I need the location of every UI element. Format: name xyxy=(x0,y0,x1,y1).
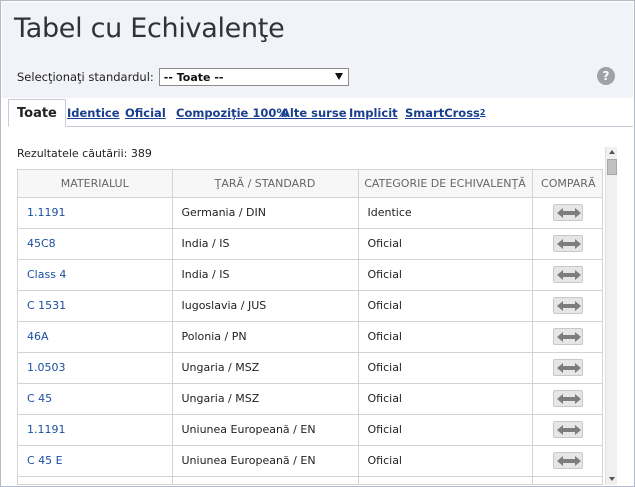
compare-arrows-icon xyxy=(557,332,582,342)
category-cell: Oficial xyxy=(358,383,533,415)
country-standard-cell: India / IS xyxy=(172,228,359,260)
compare-button[interactable] xyxy=(553,452,584,469)
compare-cell xyxy=(532,197,602,229)
header-compare: COMPARĂ xyxy=(532,170,602,198)
country-standard-cell: Uniunea Europeană / EN xyxy=(172,414,359,446)
help-icon[interactable]: ? xyxy=(597,67,615,85)
category-cell: Oficial xyxy=(358,445,533,477)
compare-arrows-icon xyxy=(557,270,582,280)
compare-cell xyxy=(532,383,602,415)
category-cell: Oficial xyxy=(358,290,533,322)
compare-cell xyxy=(532,445,602,477)
scroll-up-icon[interactable] xyxy=(609,150,615,154)
category-cell: Oficial xyxy=(358,259,533,291)
table-row: 1.1191 Uniunea Europeană / EN Oficial xyxy=(18,414,602,446)
header-category[interactable]: CATEGORIE DE ECHIVALENŢĂ xyxy=(358,170,533,198)
compare-button[interactable] xyxy=(553,266,584,283)
vertical-scrollbar[interactable] xyxy=(605,147,617,485)
standard-select[interactable]: -- Toate -- xyxy=(158,68,349,86)
tab-oficial[interactable]: Oficial xyxy=(125,99,166,127)
compare-arrows-icon xyxy=(557,425,582,435)
compare-arrows-icon xyxy=(557,394,582,404)
tab-identice[interactable]: Identice xyxy=(67,99,120,127)
compare-button[interactable] xyxy=(553,421,584,438)
country-standard-cell xyxy=(172,476,359,484)
country-standard-cell: Germania / DIN xyxy=(172,197,359,229)
compare-cell xyxy=(532,259,602,291)
tab-bar: Toate Identice Oficial Compoziţie 100% A… xyxy=(8,99,633,127)
compare-arrows-icon xyxy=(557,239,582,249)
material-link[interactable]: 1.1191 xyxy=(18,197,173,229)
tab-implicit[interactable]: Implicit xyxy=(349,99,398,127)
compare-button[interactable] xyxy=(553,204,584,221)
compare-button[interactable] xyxy=(553,297,584,314)
results-count: Rezultatele căutării: 389 xyxy=(17,147,152,160)
material-link xyxy=(18,476,173,484)
compare-cell xyxy=(532,321,602,353)
compare-arrows-icon xyxy=(557,363,582,373)
compare-arrows-icon xyxy=(557,208,582,218)
table-row: C 1531 Iugoslavia / JUS Oficial xyxy=(18,290,602,322)
table-row: 46A Polonia / PN Oficial xyxy=(18,321,602,353)
page-title: Tabel cu Echivalenţe xyxy=(14,13,285,44)
table-row: 1.0503 Ungaria / MSZ Oficial xyxy=(18,352,602,384)
country-standard-cell: Ungaria / MSZ xyxy=(172,383,359,415)
table-header-row: MATERIALUL ŢARĂ / STANDARD CATEGORIE DE … xyxy=(18,170,602,198)
tab-alte-surse[interactable]: Alte surse xyxy=(281,99,347,127)
scroll-thumb[interactable] xyxy=(607,159,617,175)
compare-cell xyxy=(532,476,602,484)
category-cell: Oficial xyxy=(358,414,533,446)
standard-label: Selecţionaţi standardul: xyxy=(17,70,154,84)
compare-cell xyxy=(532,228,602,260)
category-cell: Oficial xyxy=(358,321,533,353)
tab-compozitie[interactable]: Compoziţie 100% xyxy=(176,99,288,127)
country-standard-cell: Polonia / PN xyxy=(172,321,359,353)
compare-button[interactable] xyxy=(553,390,584,407)
category-cell: Identice xyxy=(358,197,533,229)
category-cell: Oficial xyxy=(358,352,533,384)
country-standard-cell: Iugoslavia / JUS xyxy=(172,290,359,322)
country-standard-cell: Uniunea Europeană / EN xyxy=(172,445,359,477)
compare-cell xyxy=(532,352,602,384)
chevron-down-icon xyxy=(334,73,343,80)
compare-arrows-icon xyxy=(557,301,582,311)
material-link[interactable]: C 45 xyxy=(18,383,173,415)
compare-button[interactable] xyxy=(553,328,584,345)
material-link[interactable]: C 45 E xyxy=(18,445,173,477)
material-link[interactable]: 1.0503 xyxy=(18,352,173,384)
material-link[interactable]: 45C8 xyxy=(18,228,173,260)
material-link[interactable]: 46A xyxy=(18,321,173,353)
scroll-down-icon[interactable] xyxy=(609,477,615,481)
compare-cell xyxy=(532,414,602,446)
tab-smartcross-label: SmartCross xyxy=(405,106,480,120)
country-standard-cell: India / IS xyxy=(172,259,359,291)
table-row: 45C8 India / IS Oficial xyxy=(18,228,602,260)
equivalence-table: MATERIALUL ŢARĂ / STANDARD CATEGORIE DE … xyxy=(18,170,602,484)
tab-smartcross[interactable]: SmartCross 2 xyxy=(405,99,485,127)
compare-arrows-icon xyxy=(557,456,582,466)
category-cell: Oficial xyxy=(358,228,533,260)
table-row: 1.1191 Germania / DIN Identice xyxy=(18,197,602,229)
table-row: Class 4 India / IS Oficial xyxy=(18,259,602,291)
compare-button[interactable] xyxy=(553,359,584,376)
table-row: C 45 E Uniunea Europeană / EN Oficial xyxy=(18,445,602,477)
compare-button[interactable] xyxy=(553,235,584,252)
category-cell xyxy=(358,476,533,484)
material-link[interactable]: C 1531 xyxy=(18,290,173,322)
table-row: C 45 Ungaria / MSZ Oficial xyxy=(18,383,602,415)
equivalence-table-container: MATERIALUL ŢARĂ / STANDARD CATEGORIE DE … xyxy=(17,169,603,485)
material-link[interactable]: 1.1191 xyxy=(18,414,173,446)
standard-selector-row: Selecţionaţi standardul: -- Toate -- xyxy=(17,68,349,86)
country-standard-cell: Ungaria / MSZ xyxy=(172,352,359,384)
material-link[interactable]: Class 4 xyxy=(18,259,173,291)
compare-cell xyxy=(532,290,602,322)
header-country[interactable]: ŢARĂ / STANDARD xyxy=(172,170,359,198)
table-row xyxy=(18,476,602,484)
tab-toate[interactable]: Toate xyxy=(8,99,66,127)
standard-select-value: -- Toate -- xyxy=(163,70,224,84)
app-window: Tabel cu Echivalenţe Selecţionaţi standa… xyxy=(0,0,635,487)
header-material[interactable]: MATERIALUL xyxy=(18,170,173,198)
